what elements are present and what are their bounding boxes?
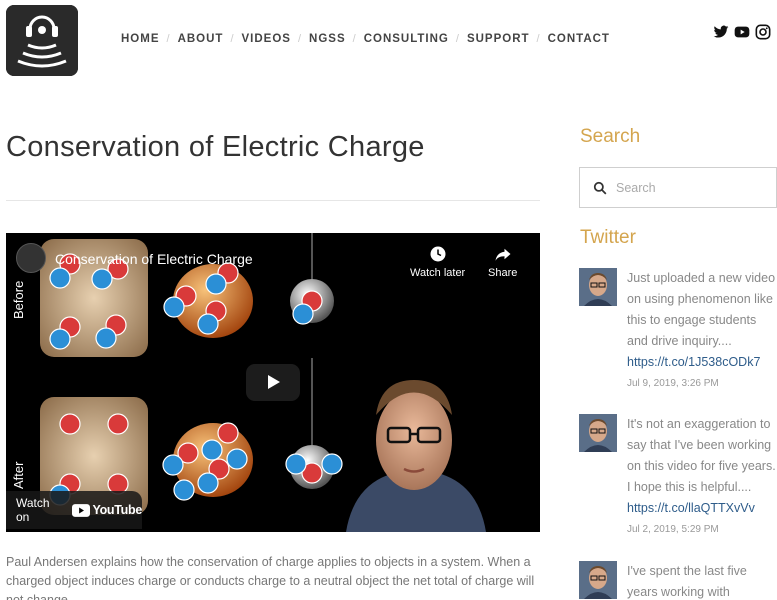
tweet-date[interactable]: Jul 2, 2019, 5:29 PM [627, 519, 777, 541]
social-links [713, 24, 771, 40]
twitter-icon[interactable] [713, 24, 729, 40]
tweet-avatar[interactable] [579, 561, 617, 599]
tweet-avatar[interactable] [579, 414, 617, 452]
nav-videos[interactable]: VIDEOS [242, 33, 291, 45]
nav-ngss[interactable]: NGSS [309, 33, 346, 45]
watch-on-youtube-button[interactable]: Watch on YouTube [6, 491, 142, 529]
video-title[interactable]: Conservation of Electric Charge [55, 251, 253, 267]
tweet-link[interactable]: https://t.co/llaQTTXvVv [627, 498, 777, 519]
nav-separator: / [230, 33, 235, 45]
search-box[interactable] [579, 167, 777, 208]
nav-contact[interactable]: CONTACT [548, 33, 610, 45]
nav-separator: / [166, 33, 171, 45]
youtube-logo: YouTube [72, 503, 142, 517]
tweet-date[interactable]: Jul 9, 2019, 3:26 PM [627, 373, 777, 395]
search-heading: Search [580, 126, 641, 147]
nav-separator: / [297, 33, 303, 45]
watch-later-label: Watch later [410, 267, 466, 279]
channel-avatar[interactable] [16, 243, 46, 273]
nav-about[interactable]: ABOUT [178, 33, 224, 45]
tweet-avatar[interactable] [579, 268, 617, 306]
search-input[interactable] [616, 180, 766, 195]
share-label: Share [488, 267, 518, 279]
video-embed[interactable]: Conservation of Electric Charge Watch la… [6, 233, 540, 532]
tweet-link[interactable]: https://t.co/1J538cODk7 [627, 352, 777, 373]
youtube-play-icon [72, 503, 91, 517]
share-arrow-icon [495, 248, 511, 261]
nav-separator: / [352, 33, 357, 45]
nav-home[interactable]: HOME [121, 33, 160, 45]
search-icon [593, 181, 607, 194]
youtube-wordmark: YouTube [92, 503, 142, 517]
watch-later-button[interactable]: Watch later [410, 245, 465, 279]
main-nav: HOME / ABOUT / VIDEOS / NGSS / CONSULTIN… [121, 33, 610, 45]
page-title: Conservation of Electric Charge [6, 131, 425, 163]
tweet-text: I've spent the last five years working w… [627, 564, 747, 599]
nav-consulting[interactable]: CONSULTING [364, 33, 449, 45]
twitter-heading: Twitter [580, 227, 636, 248]
title-divider [6, 200, 540, 201]
nav-separator: / [536, 33, 541, 45]
site-logo[interactable] [6, 5, 78, 76]
nav-support[interactable]: SUPPORT [467, 33, 530, 45]
headphones-logo-icon [6, 5, 78, 76]
clock-icon [430, 246, 446, 262]
before-label: Before [11, 280, 26, 319]
share-button[interactable]: Share [488, 245, 517, 279]
nav-separator: / [455, 33, 460, 45]
youtube-icon[interactable] [734, 24, 750, 40]
instagram-icon[interactable] [755, 24, 771, 40]
video-description: Paul Andersen explains how the conservat… [6, 555, 535, 600]
tweet-text: Just uploaded a new video on using pheno… [627, 271, 776, 348]
watch-on-label: Watch on [16, 496, 50, 524]
tweet-text: It's not an exaggeration to say that I'v… [627, 417, 776, 494]
play-icon [268, 375, 280, 389]
after-label: After [11, 461, 26, 489]
play-button[interactable] [246, 364, 300, 401]
